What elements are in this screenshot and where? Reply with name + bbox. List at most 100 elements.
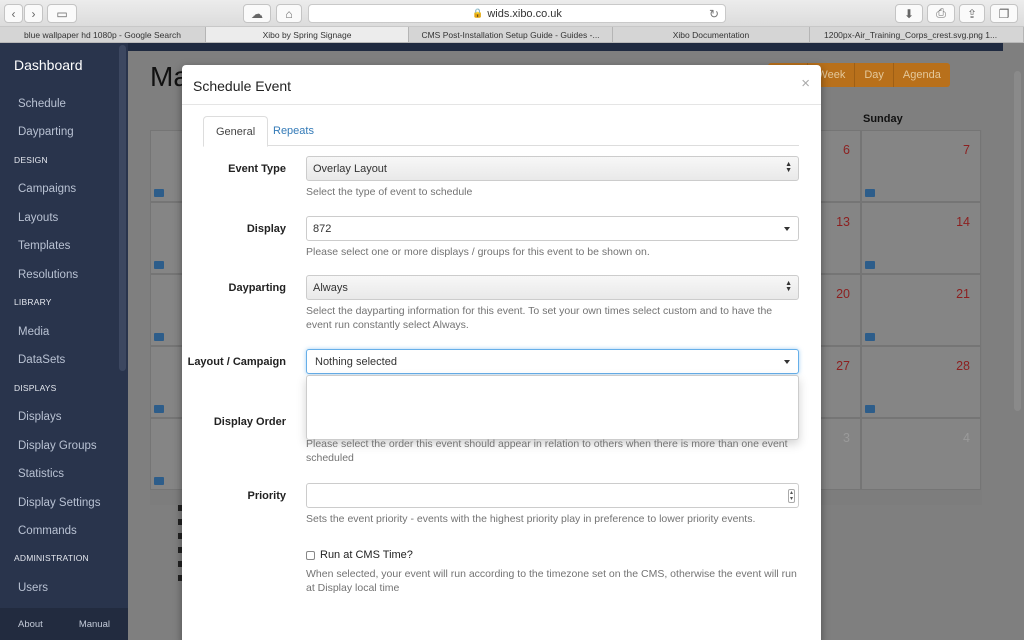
- display-order-help: Please select the order this event shoul…: [306, 438, 788, 464]
- run-at-cms-time-checkbox[interactable]: [306, 551, 315, 560]
- priority-input[interactable]: ▴ ▾: [306, 483, 799, 508]
- close-icon[interactable]: ×: [801, 75, 810, 92]
- run-at-cms-time-label[interactable]: Run at CMS Time?: [320, 549, 413, 561]
- recurring-event-icon[interactable]: [154, 405, 164, 413]
- browser-toolbar: ‹ › ▭ ☁ ⌂ 🔒 wids.xibo.co.uk ↻ ⬇ ⎙ ⇪ ❐: [0, 0, 1024, 27]
- tab-title: blue wallpaper hd 1080p - Google Search: [24, 29, 181, 40]
- browser-tab-active[interactable]: Xibo by Spring Signage: [206, 27, 409, 42]
- sidebar-item-media[interactable]: Media: [18, 326, 49, 338]
- sidebar-item-display-groups[interactable]: Display Groups: [18, 440, 97, 452]
- calendar-cell[interactable]: 4: [861, 418, 981, 490]
- print-button[interactable]: ⎙: [927, 4, 955, 23]
- sidebar-item-statistics[interactable]: Statistics: [18, 468, 64, 480]
- day-view-button[interactable]: Day: [854, 63, 893, 87]
- schedule-event-modal: Schedule Event × General Repeats Event T…: [182, 65, 821, 640]
- event-type-value: Overlay Layout: [313, 162, 387, 175]
- sidebar: Dashboard Schedule Dayparting DESIGN Campai…: [0, 43, 128, 640]
- layout-campaign-select[interactable]: Nothing selected: [306, 349, 799, 374]
- calendar-day-number: 3: [843, 431, 850, 445]
- event-type-help: Select the type of event to schedule: [306, 186, 473, 198]
- home-button[interactable]: ⌂: [276, 4, 302, 23]
- sidebar-icon: ▭: [56, 6, 68, 21]
- reload-icon[interactable]: ↻: [709, 7, 719, 21]
- tab-general[interactable]: General: [203, 116, 269, 147]
- calendar-cell[interactable]: [150, 346, 185, 418]
- url-text: wids.xibo.co.uk: [487, 7, 562, 20]
- calendar-day-number: 21: [956, 287, 970, 301]
- display-select[interactable]: 872: [306, 216, 799, 241]
- share-button[interactable]: ⇪: [959, 4, 985, 23]
- calendar-cell[interactable]: 21: [861, 274, 981, 346]
- sidebar-scrollbar[interactable]: [119, 45, 126, 371]
- sidebar-item-display-settings[interactable]: Display Settings: [18, 497, 100, 509]
- event-type-select[interactable]: Overlay Layout ▲ ▼: [306, 156, 799, 181]
- agenda-view-button[interactable]: Agenda: [892, 63, 950, 87]
- sidebar-item-layouts[interactable]: Layouts: [18, 212, 58, 224]
- chevron-left-icon: ‹: [11, 6, 16, 21]
- calendar-day-number: 7: [963, 143, 970, 157]
- select-arrows-icon: ▲ ▼: [785, 280, 792, 293]
- run-at-cms-time-help: When selected, your event will run accor…: [306, 568, 797, 594]
- recurring-event-icon[interactable]: [865, 405, 875, 413]
- calendar-day-header: Sunday: [863, 113, 903, 125]
- spinner-arrows-icon[interactable]: ▴ ▾: [788, 489, 795, 503]
- about-link[interactable]: About: [18, 619, 43, 630]
- sidebar-item-users[interactable]: Users: [18, 582, 48, 594]
- sidebar-item-displays[interactable]: Displays: [18, 411, 61, 423]
- sidebar-footer: About Manual: [0, 608, 128, 640]
- sidebar-item-schedule[interactable]: Schedule: [18, 98, 66, 110]
- recurring-event-icon[interactable]: [865, 261, 875, 269]
- download-icon: ⬇: [903, 6, 915, 21]
- calendar-cell[interactable]: [150, 202, 185, 274]
- recurring-event-icon[interactable]: [154, 261, 164, 269]
- tab-title: Xibo Documentation: [672, 29, 750, 40]
- recurring-event-icon[interactable]: [154, 189, 164, 197]
- calendar-cell[interactable]: [150, 418, 185, 490]
- sidebar-item-resolutions[interactable]: Resolutions: [18, 269, 78, 281]
- sidebar-item-templates[interactable]: Templates: [18, 240, 70, 252]
- sidebar-section-design: DESIGN: [14, 155, 48, 165]
- layout-campaign-label: Layout / Campaign: [187, 356, 286, 368]
- recurring-event-icon[interactable]: [865, 189, 875, 197]
- display-label: Display: [246, 223, 286, 235]
- modal-title: Schedule Event: [193, 78, 292, 94]
- calendar-cell[interactable]: 14: [861, 202, 981, 274]
- layout-campaign-dropdown-menu[interactable]: [306, 375, 799, 440]
- modal-tabs: General Repeats: [203, 116, 799, 147]
- tab-repeats[interactable]: Repeats: [261, 116, 326, 146]
- select-arrows-icon: ▲ ▼: [785, 161, 792, 174]
- browser-tab[interactable]: 1200px-Air_Training_Corps_crest.svg.png …: [810, 27, 1024, 42]
- back-button[interactable]: ‹: [4, 4, 23, 23]
- forward-button[interactable]: ›: [24, 4, 43, 23]
- tabs-icon: ❐: [998, 6, 1010, 21]
- page-scrollbar[interactable]: [1014, 71, 1021, 411]
- tabs-overview-button[interactable]: ❐: [990, 4, 1018, 23]
- home-icon: ⌂: [285, 6, 293, 21]
- recurring-event-icon[interactable]: [154, 477, 164, 485]
- calendar-cell[interactable]: [150, 274, 185, 346]
- modal-header: Schedule Event ×: [182, 65, 821, 105]
- dayparting-select[interactable]: Always ▲ ▼: [306, 275, 799, 300]
- cloud-icon: ☁: [251, 6, 263, 21]
- recurring-event-icon[interactable]: [865, 333, 875, 341]
- calendar-cell[interactable]: 28: [861, 346, 981, 418]
- calendar-cell[interactable]: [150, 130, 185, 202]
- browser-tab[interactable]: CMS Post-Installation Setup Guide - Guid…: [409, 27, 613, 42]
- sidebar-item-campaigns[interactable]: Campaigns: [18, 183, 76, 195]
- sidebar-item-commands[interactable]: Commands: [18, 525, 77, 537]
- calendar-day-number: 13: [836, 215, 850, 229]
- sidebar-toggle-button[interactable]: ▭: [47, 4, 77, 23]
- browser-tab[interactable]: blue wallpaper hd 1080p - Google Search: [0, 27, 206, 42]
- calendar-day-number: 6: [843, 143, 850, 157]
- downloads-button[interactable]: ⬇: [895, 4, 923, 23]
- layout-campaign-value: Nothing selected: [315, 355, 397, 368]
- sidebar-dashboard-link[interactable]: Dashboard: [14, 57, 83, 73]
- sidebar-item-dayparting[interactable]: Dayparting: [18, 126, 74, 138]
- manual-link[interactable]: Manual: [79, 619, 110, 630]
- icloud-button[interactable]: ☁: [243, 4, 271, 23]
- recurring-event-icon[interactable]: [154, 333, 164, 341]
- browser-tab[interactable]: Xibo Documentation: [613, 27, 810, 42]
- sidebar-item-datasets[interactable]: DataSets: [18, 354, 65, 366]
- calendar-cell[interactable]: 7: [861, 130, 981, 202]
- address-bar[interactable]: 🔒 wids.xibo.co.uk ↻: [308, 4, 726, 23]
